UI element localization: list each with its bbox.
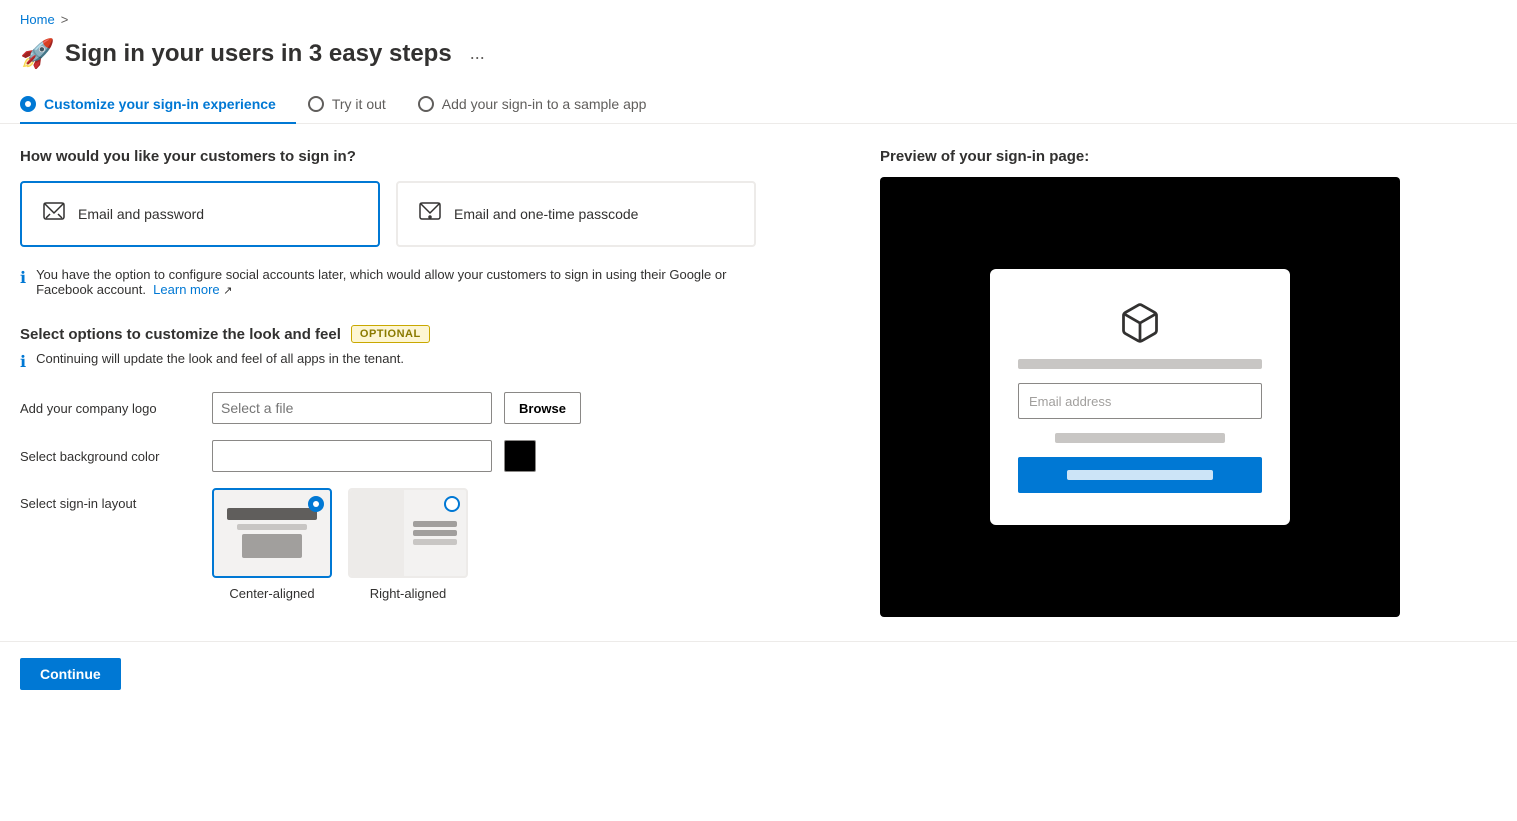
- tab-try[interactable]: Try it out: [308, 86, 406, 124]
- tab-add[interactable]: Add your sign-in to a sample app: [418, 86, 667, 124]
- tab-add-radio: [418, 96, 434, 112]
- tab-customize-radio: [20, 96, 36, 112]
- right-bar3: [413, 539, 456, 545]
- right-bar1: [413, 521, 456, 527]
- right-bar2: [413, 530, 456, 536]
- logo-label: Add your company logo: [20, 401, 200, 416]
- look-feel-title: Select options to customize the look and…: [20, 326, 341, 343]
- layout-center-label: Center-aligned: [229, 586, 314, 601]
- email-password-label: Email and password: [78, 206, 204, 222]
- breadcrumb-home[interactable]: Home: [20, 12, 55, 27]
- logo-input[interactable]: [212, 392, 492, 424]
- email-password-icon: [42, 199, 66, 229]
- bg-color-label: Select background color: [20, 449, 200, 464]
- bg-color-input[interactable]: #000000: [212, 440, 492, 472]
- layout-label: Select sign-in layout: [20, 496, 200, 511]
- layout-center-radio: [308, 496, 324, 512]
- external-link-icon: ↗: [223, 285, 232, 297]
- email-otp-label: Email and one-time passcode: [454, 206, 638, 222]
- preview-mid-bar: [237, 524, 307, 530]
- preview-email-input: Email address: [1018, 383, 1262, 419]
- continue-button[interactable]: Continue: [20, 658, 121, 690]
- social-info-box: ℹ You have the option to configure socia…: [20, 267, 740, 297]
- learn-more-link[interactable]: Learn more: [153, 282, 219, 297]
- option-email-password[interactable]: Email and password: [20, 181, 380, 247]
- right-panel: Preview of your sign-in page: Email addr…: [880, 148, 1497, 617]
- layout-right-card: [348, 488, 468, 578]
- preview-bottom-bar: [1055, 433, 1226, 443]
- email-otp-icon: [418, 199, 442, 229]
- layout-row: Select sign-in layout Center-aligned: [20, 488, 840, 601]
- tab-customize-label: Customize your sign-in experience: [44, 96, 276, 112]
- preview-label: Preview of your sign-in page:: [880, 148, 1497, 165]
- sign-in-section-title: How would you like your customers to sig…: [20, 148, 840, 165]
- layout-center-card: [212, 488, 332, 578]
- preview-header-bar: [227, 508, 317, 520]
- preview-top-bar: [1018, 359, 1262, 369]
- preview-center-box: [242, 534, 302, 558]
- look-feel-header: Select options to customize the look and…: [20, 325, 840, 343]
- look-feel-note-text: Continuing will update the look and feel…: [36, 351, 404, 366]
- tab-customize[interactable]: Customize your sign-in experience: [20, 86, 296, 124]
- tab-add-label: Add your sign-in to a sample app: [442, 96, 647, 112]
- page-title: Sign in your users in 3 easy steps: [65, 40, 452, 68]
- more-options-icon[interactable]: ...: [470, 43, 485, 64]
- breadcrumb: Home >: [0, 0, 1517, 31]
- bg-color-row: Select background color #000000: [20, 440, 840, 472]
- layout-center[interactable]: Center-aligned: [212, 488, 332, 601]
- breadcrumb-separator: >: [61, 12, 69, 27]
- layout-right-radio: [444, 496, 460, 512]
- tab-try-label: Try it out: [332, 96, 386, 112]
- social-info-text: You have the option to configure social …: [36, 267, 740, 297]
- footer: Continue: [0, 641, 1517, 706]
- layout-right[interactable]: Right-aligned: [348, 488, 468, 601]
- layout-options: Center-aligned: [212, 488, 468, 601]
- left-panel: How would you like your customers to sig…: [20, 148, 840, 617]
- main-content: How would you like your customers to sig…: [0, 124, 1517, 641]
- look-feel-note: ℹ Continuing will update the look and fe…: [20, 351, 840, 372]
- look-feel-info-icon: ℹ: [20, 352, 26, 372]
- optional-badge: OPTIONAL: [351, 325, 430, 343]
- page-header: 🚀 Sign in your users in 3 easy steps ...: [0, 31, 1517, 86]
- layout-right-label: Right-aligned: [370, 586, 447, 601]
- sign-in-options: Email and password Email and one-time pa…: [20, 181, 840, 247]
- browse-button[interactable]: Browse: [504, 392, 581, 424]
- preview-container: Email address: [880, 177, 1400, 617]
- right-preview-left: [350, 490, 404, 576]
- tab-try-radio: [308, 96, 324, 112]
- logo-row: Add your company logo Browse: [20, 392, 840, 424]
- color-preview[interactable]: [504, 440, 536, 472]
- preview-blue-button: [1018, 457, 1262, 493]
- info-icon: ℹ: [20, 268, 26, 288]
- preview-cube-icon: [1118, 301, 1162, 345]
- preview-card: Email address: [990, 269, 1290, 525]
- page-emoji: 🚀: [20, 37, 55, 70]
- tabs-bar: Customize your sign-in experience Try it…: [0, 86, 1517, 124]
- preview-btn-bar: [1067, 470, 1213, 480]
- option-email-otp[interactable]: Email and one-time passcode: [396, 181, 756, 247]
